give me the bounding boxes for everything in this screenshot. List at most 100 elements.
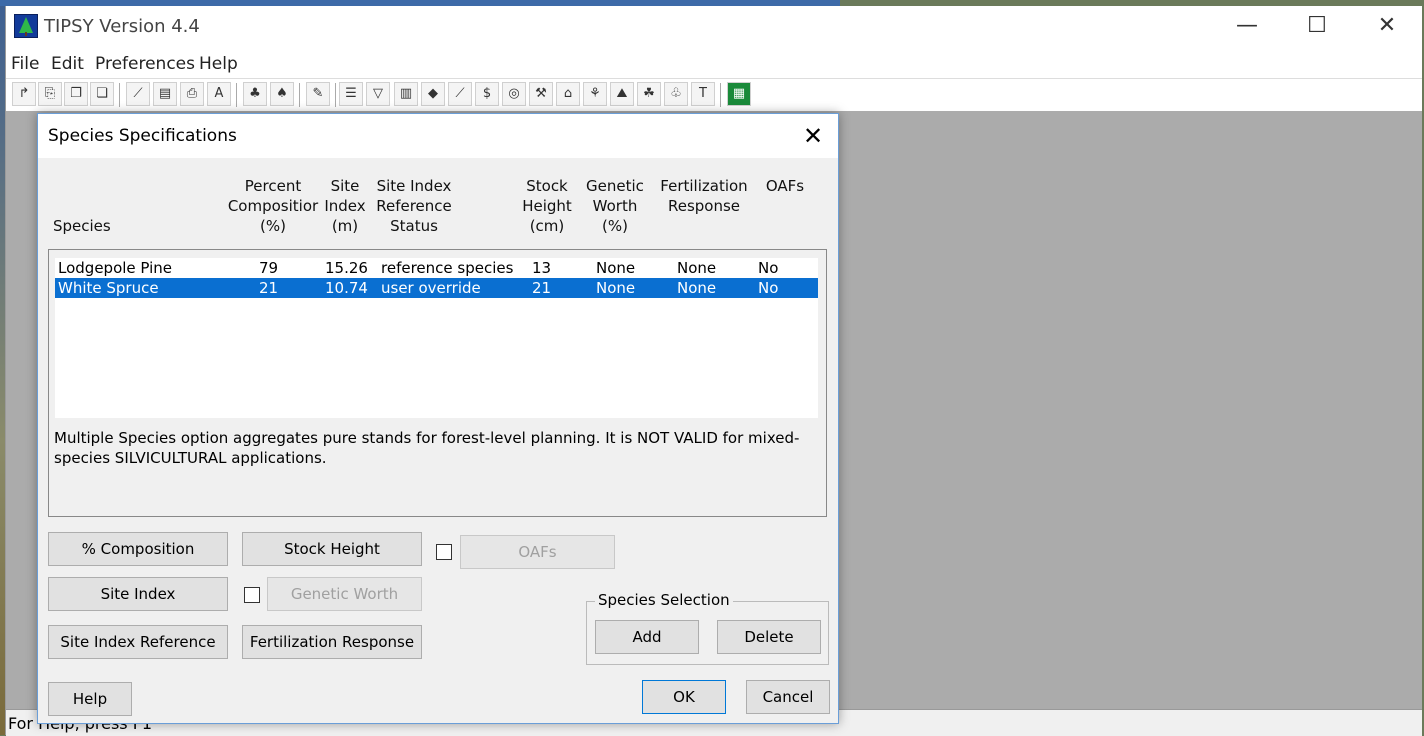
cell-percent: 21 bbox=[259, 279, 279, 297]
oafs-button[interactable]: OAFs bbox=[460, 535, 615, 569]
delete-button[interactable]: Delete bbox=[717, 620, 821, 654]
cell-species: Lodgepole Pine bbox=[58, 259, 173, 277]
help-button[interactable]: Help bbox=[48, 682, 132, 716]
harvest-icon[interactable]: ⚒ bbox=[529, 82, 553, 106]
header-percent-line2: Compositior bbox=[227, 197, 319, 215]
save-icon[interactable]: ⎘ bbox=[38, 82, 62, 106]
header-genetic-worth-line3: (%) bbox=[602, 217, 628, 235]
genetic-worth-button[interactable]: Genetic Worth bbox=[267, 577, 422, 611]
filter-icon[interactable]: ▽ bbox=[366, 82, 390, 106]
graph-icon[interactable]: ⟋ bbox=[126, 82, 150, 106]
header-fertilization-line2: Response bbox=[667, 197, 741, 215]
header-genetic-worth-line1: Genetic bbox=[586, 177, 644, 195]
header-stock-height-line1: Stock bbox=[526, 177, 568, 195]
menu-edit[interactable]: Edit bbox=[51, 54, 84, 74]
cell-stock-height: 13 bbox=[532, 259, 552, 277]
header-fertilization-line1: Fertilization bbox=[660, 177, 748, 195]
add-button[interactable]: Add bbox=[595, 620, 699, 654]
cell-genetic-worth: None bbox=[596, 279, 636, 297]
minimize-button[interactable]: — bbox=[1212, 6, 1282, 46]
font-icon[interactable]: A bbox=[207, 82, 231, 106]
ok-button[interactable]: OK bbox=[642, 680, 726, 714]
dialog-title: Species Specifications bbox=[48, 126, 237, 146]
cell-percent: 79 bbox=[259, 259, 279, 277]
title-bar: TIPSY Version 4.4 — ☐ ✕ bbox=[6, 6, 1422, 50]
ts-icon[interactable]: T bbox=[691, 82, 715, 106]
header-reference-line2: Reference bbox=[376, 197, 452, 215]
header-site-index-line3: (m) bbox=[331, 217, 359, 235]
header-oafs: OAFs bbox=[765, 177, 805, 195]
bar-chart-icon[interactable]: ▥ bbox=[394, 82, 418, 106]
header-fertilization: Fertilization Response bbox=[658, 176, 750, 216]
stock-height-button[interactable]: Stock Height bbox=[242, 532, 422, 566]
pencil-icon[interactable]: ✎ bbox=[306, 82, 330, 106]
app-title: TIPSY Version 4.4 bbox=[44, 16, 200, 37]
toolbar-separator bbox=[335, 83, 336, 107]
terrain-icon[interactable]: ⛰ bbox=[610, 82, 634, 106]
toolbar-separator bbox=[720, 83, 721, 107]
feather-icon[interactable]: ⟋ bbox=[448, 82, 472, 106]
cell-genetic-worth: None bbox=[596, 259, 636, 277]
table-row[interactable]: Lodgepole Pine 79 15.26 reference specie… bbox=[55, 258, 818, 278]
seedling-icon[interactable]: ⚘ bbox=[583, 82, 607, 106]
toolbar-separator bbox=[299, 83, 300, 107]
cell-fertilization: None bbox=[677, 259, 717, 277]
header-stock-height: Stock Height (cm) bbox=[519, 176, 575, 236]
menu-preferences[interactable]: Preferences bbox=[95, 54, 195, 74]
maximize-button[interactable]: ☐ bbox=[1282, 6, 1352, 46]
header-site-index-line1: Site bbox=[330, 177, 360, 195]
tree-icon[interactable]: ♣ bbox=[243, 82, 267, 106]
forest-icon[interactable]: ♧ bbox=[664, 82, 688, 106]
paste-icon[interactable]: ❏ bbox=[90, 82, 114, 106]
toolbar-separator bbox=[119, 83, 120, 107]
cell-oafs: No bbox=[758, 259, 779, 277]
species-list[interactable]: Lodgepole Pine 79 15.26 reference specie… bbox=[55, 258, 818, 418]
header-percent-line1: Percent bbox=[244, 177, 302, 195]
cell-oafs: No bbox=[758, 279, 779, 297]
list-icon[interactable]: ☰ bbox=[339, 82, 363, 106]
cell-site-index: 10.74 bbox=[325, 279, 368, 297]
leaf-icon[interactable]: ◆ bbox=[421, 82, 445, 106]
header-stock-height-line2: Height bbox=[522, 197, 572, 215]
genetic-worth-checkbox[interactable] bbox=[244, 587, 260, 603]
header-genetic-worth: Genetic Worth (%) bbox=[582, 176, 648, 236]
table-icon[interactable]: ▤ bbox=[153, 82, 177, 106]
multiple-species-note: Multiple Species option aggregates pure … bbox=[54, 429, 800, 467]
table-row-selected[interactable]: White Spruce 21 10.74 user override 21 N… bbox=[55, 278, 818, 298]
header-percent: Percent Compositior (%) bbox=[225, 176, 321, 236]
header-stock-height-line3: (cm) bbox=[529, 217, 565, 235]
bush-icon[interactable]: ☘ bbox=[637, 82, 661, 106]
fertilization-response-button[interactable]: Fertilization Response bbox=[242, 625, 422, 659]
open-icon[interactable]: ↱ bbox=[12, 82, 36, 106]
oafs-checkbox[interactable] bbox=[436, 544, 452, 560]
header-reference-status: Site Index Reference Status bbox=[374, 176, 454, 236]
species-selection-label: Species Selection bbox=[595, 591, 733, 609]
cell-species: White Spruce bbox=[58, 279, 159, 297]
dollar-icon[interactable]: $ bbox=[475, 82, 499, 106]
cancel-button[interactable]: Cancel bbox=[746, 680, 830, 714]
close-button[interactable]: ✕ bbox=[1352, 6, 1422, 46]
site-index-button[interactable]: Site Index bbox=[48, 577, 228, 611]
header-percent-line3: (%) bbox=[260, 217, 286, 235]
trees-icon[interactable]: ♠ bbox=[270, 82, 294, 106]
map-icon[interactable]: ▦ bbox=[727, 82, 751, 106]
cell-fertilization: None bbox=[677, 279, 717, 297]
print-icon[interactable]: ⎙ bbox=[180, 82, 204, 106]
cell-reference: user override bbox=[381, 279, 481, 297]
header-species: Species bbox=[53, 217, 111, 235]
menu-help[interactable]: Help bbox=[199, 54, 238, 74]
cell-stock-height: 21 bbox=[532, 279, 552, 297]
menu-file[interactable]: File bbox=[11, 54, 39, 74]
dialog-close-icon[interactable]: ✕ bbox=[788, 114, 838, 158]
dbm-icon[interactable]: ◎ bbox=[502, 82, 526, 106]
tipsy-tree-icon bbox=[14, 14, 38, 38]
species-specifications-dialog: Species Specifications ✕ Species Percent… bbox=[37, 113, 839, 724]
composition-button[interactable]: % Composition bbox=[48, 532, 228, 566]
stump-icon[interactable]: ⌂ bbox=[556, 82, 580, 106]
site-index-reference-button[interactable]: Site Index Reference bbox=[48, 625, 228, 659]
header-genetic-worth-line2: Worth bbox=[592, 197, 638, 215]
dialog-title-bar: Species Specifications ✕ bbox=[38, 114, 838, 158]
toolbar-separator bbox=[236, 83, 237, 107]
copy-icon[interactable]: ❐ bbox=[64, 82, 88, 106]
cell-reference: reference species bbox=[381, 259, 514, 277]
